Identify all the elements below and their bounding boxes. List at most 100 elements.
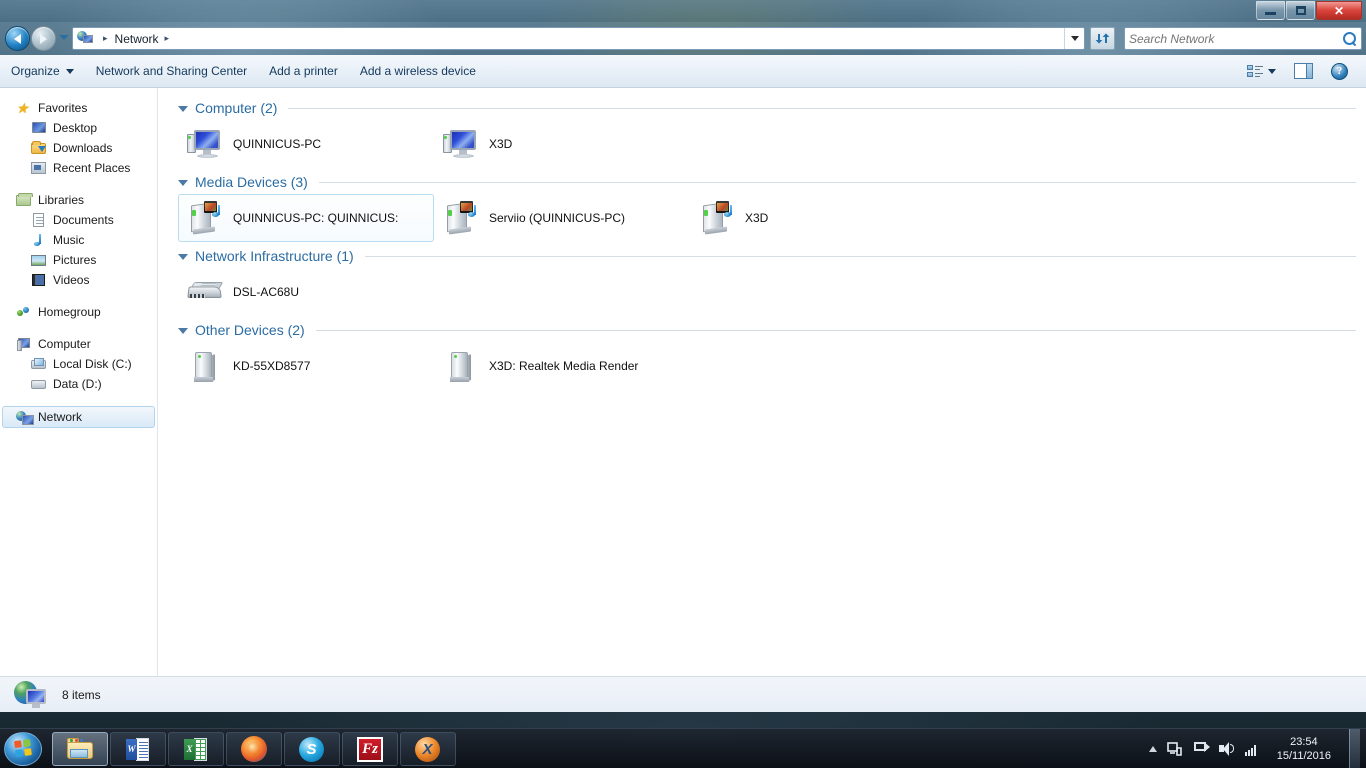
sidebar-item-homegroup[interactable]: Homegroup	[0, 302, 157, 322]
breadcrumb-item-network[interactable]: Network	[115, 32, 159, 46]
network-and-sharing-center-button[interactable]: Network and Sharing Center	[85, 59, 258, 83]
forward-button[interactable]	[31, 26, 56, 51]
breadcrumb-separator-trailing[interactable]: ▸	[165, 33, 170, 44]
computer-device-icon	[185, 124, 225, 164]
taskbar-buttons: W X S Fz X	[52, 731, 456, 766]
list-item[interactable]: Serviio (QUINNICUS-PC)	[434, 194, 690, 242]
router-icon	[185, 272, 225, 312]
sidebar-item-favorites[interactable]: ★ Favorites	[0, 98, 157, 118]
collapse-triangle-icon[interactable]	[178, 328, 188, 334]
nav-group-homegroup: Homegroup	[0, 302, 157, 322]
network-tray-icon[interactable]	[1193, 741, 1210, 757]
sidebar-item-label: Local Disk (C:)	[53, 357, 132, 371]
sidebar-item-videos[interactable]: Videos	[0, 270, 157, 290]
organize-label: Organize	[11, 64, 60, 78]
taskbar-button-windows-explorer[interactable]	[52, 731, 108, 766]
previous-locations-dropdown[interactable]	[1064, 28, 1084, 49]
group-header-other-devices[interactable]: Other Devices (2)	[178, 322, 1356, 338]
group-title: Media Devices (3)	[195, 174, 308, 190]
system-tray: 23:54 15/11/2016	[1148, 728, 1366, 768]
group-divider	[318, 181, 1356, 183]
sidebar-item-local-disk-c[interactable]: Local Disk (C:)	[0, 354, 157, 374]
sidebar-item-music[interactable]: Music	[0, 230, 157, 250]
taskbar-button-skype[interactable]: S	[284, 731, 340, 766]
group-items-other-devices: KD-55XD8577 X3D: Realtek Media Render	[178, 342, 1356, 390]
list-item[interactable]: QUINNICUS-PC: QUINNICUS:	[178, 194, 434, 242]
taskbar-button-x-app[interactable]: X	[400, 731, 456, 766]
navigation-pane: ★ Favorites Desktop Downloads Recent Pla…	[0, 88, 158, 676]
change-view-button[interactable]	[1241, 60, 1282, 82]
signal-bars-icon[interactable]	[1244, 741, 1261, 757]
list-item[interactable]: KD-55XD8577	[178, 342, 434, 390]
show-hidden-icons-button[interactable]	[1148, 745, 1157, 752]
group-divider	[315, 329, 1356, 331]
list-item[interactable]: DSL-AC68U	[178, 268, 434, 316]
help-button[interactable]: ?	[1325, 59, 1354, 84]
sidebar-item-label: Network	[38, 410, 83, 424]
filezilla-icon: Fz	[355, 735, 385, 763]
search-input[interactable]	[1129, 31, 1343, 46]
sidebar-item-data-d[interactable]: Data (D:)	[0, 374, 157, 394]
group-items-network-infrastructure: DSL-AC68U	[178, 268, 1356, 316]
sidebar-item-downloads[interactable]: Downloads	[0, 138, 157, 158]
sidebar-item-network[interactable]: Network	[2, 406, 155, 428]
sidebar-item-computer[interactable]: Computer	[0, 334, 157, 354]
add-a-wireless-device-button[interactable]: Add a wireless device	[349, 59, 487, 83]
item-count-label: 8 items	[62, 687, 101, 702]
recent-places-icon	[31, 160, 47, 176]
collapse-triangle-icon[interactable]	[178, 254, 188, 260]
item-label: QUINNICUS-PC	[233, 137, 322, 151]
taskbar-button-microsoft-excel[interactable]: X	[168, 731, 224, 766]
group-header-media-devices[interactable]: Media Devices (3)	[178, 174, 1356, 190]
sidebar-item-label: Homegroup	[38, 305, 101, 319]
windows-logo-icon	[13, 739, 33, 758]
minimize-button[interactable]	[1256, 1, 1285, 20]
group-header-network-infrastructure[interactable]: Network Infrastructure (1)	[178, 248, 1356, 264]
back-button[interactable]	[5, 26, 30, 51]
close-button[interactable]: ✕	[1316, 1, 1362, 20]
list-item[interactable]: X3D	[434, 120, 690, 168]
item-label: KD-55XD8577	[233, 359, 311, 373]
folder-icon	[65, 735, 95, 763]
list-item[interactable]: QUINNICUS-PC	[178, 120, 434, 168]
group-header-computer[interactable]: Computer (2)	[178, 100, 1356, 116]
skype-icon: S	[297, 735, 327, 763]
preview-pane-button[interactable]	[1286, 59, 1321, 83]
sidebar-item-label: Videos	[53, 273, 90, 287]
show-desktop-button[interactable]	[1349, 728, 1360, 768]
file-list[interactable]: Computer (2) QUINNICUS-PC X3D Media Devi…	[158, 88, 1366, 676]
start-button[interactable]	[4, 731, 42, 766]
sidebar-item-documents[interactable]: Documents	[0, 210, 157, 230]
list-item[interactable]: X3D: Realtek Media Render	[434, 342, 690, 390]
volume-icon[interactable]	[1218, 741, 1235, 757]
excel-glyph: X	[184, 738, 195, 760]
sidebar-item-desktop[interactable]: Desktop	[0, 118, 157, 138]
taskbar-button-filezilla[interactable]: Fz	[342, 731, 398, 766]
taskbar-button-microsoft-word[interactable]: W	[110, 731, 166, 766]
address-bar[interactable]: ▸ Network ▸	[72, 27, 1085, 50]
sidebar-item-recent-places[interactable]: Recent Places	[0, 158, 157, 178]
breadcrumb[interactable]: ▸ Network ▸	[73, 28, 1064, 49]
nav-group-favorites: ★ Favorites Desktop Downloads Recent Pla…	[0, 98, 157, 178]
filezilla-glyph: Fz	[357, 736, 383, 762]
sidebar-item-pictures[interactable]: Pictures	[0, 250, 157, 270]
clock[interactable]: 23:54 15/11/2016	[1271, 735, 1337, 763]
desktop-icon	[31, 120, 47, 136]
search-box[interactable]	[1124, 27, 1362, 50]
collapse-triangle-icon[interactable]	[178, 106, 188, 112]
list-item[interactable]: X3D	[690, 194, 946, 242]
maximize-button[interactable]	[1286, 1, 1315, 20]
star-icon: ★	[16, 100, 29, 116]
sidebar-item-libraries[interactable]: Libraries	[0, 190, 157, 210]
taskbar-button-firefox[interactable]	[226, 731, 282, 766]
media-device-icon	[697, 198, 737, 238]
downloads-folder-icon	[31, 140, 47, 156]
picture-icon	[31, 252, 47, 268]
recent-pages-dropdown-icon[interactable]	[59, 35, 69, 40]
refresh-button[interactable]	[1090, 27, 1115, 50]
group-title: Network Infrastructure (1)	[195, 248, 354, 264]
action-center-icon[interactable]	[1166, 741, 1183, 757]
add-a-printer-button[interactable]: Add a printer	[258, 59, 349, 83]
organize-button[interactable]: Organize	[0, 59, 85, 83]
collapse-triangle-icon[interactable]	[178, 180, 188, 186]
